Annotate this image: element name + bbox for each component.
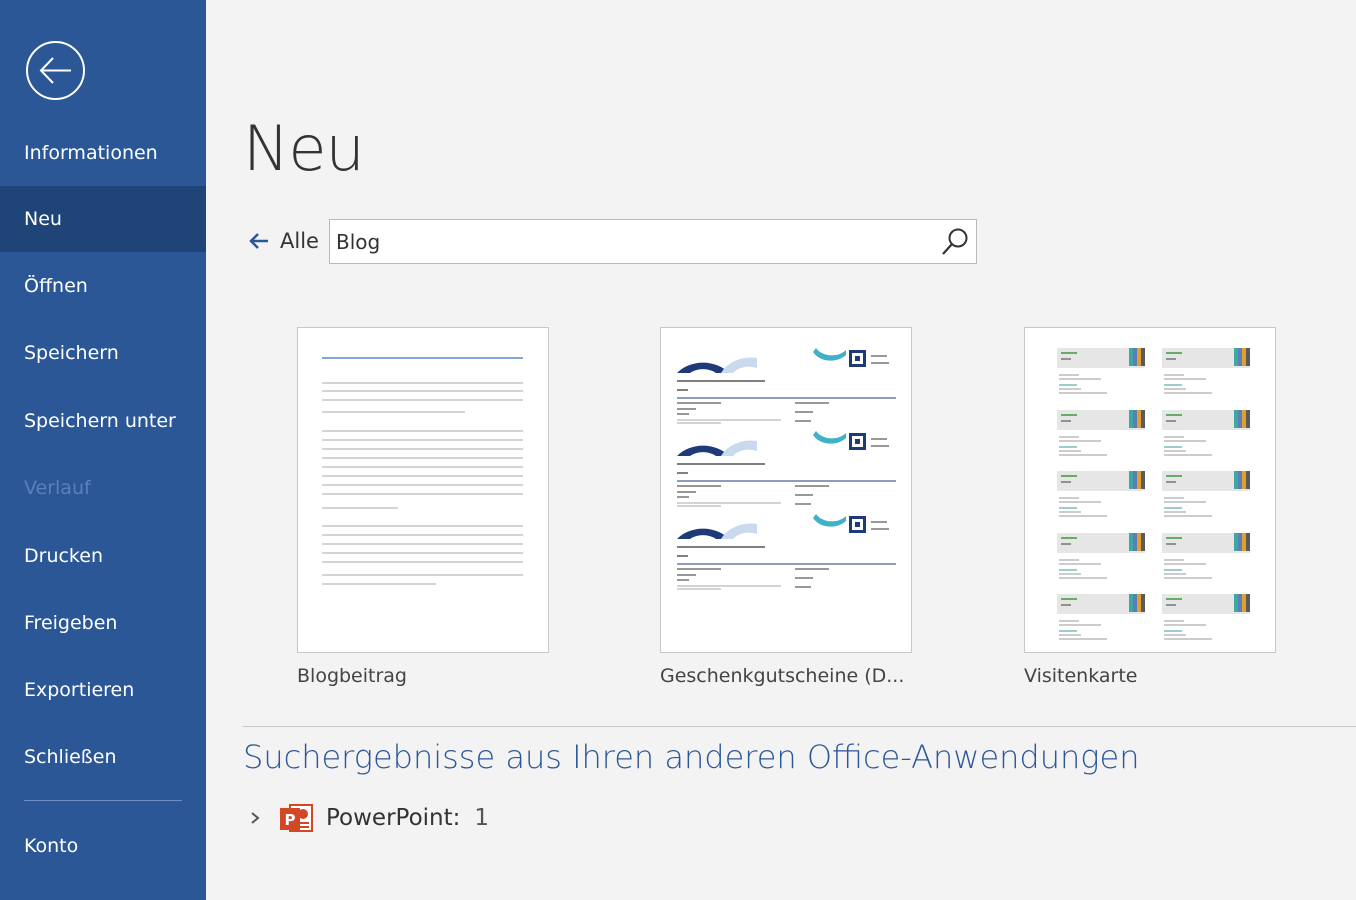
nav-speichern-unter[interactable]: Speichern unter	[0, 388, 206, 454]
template-thumbnail	[1024, 327, 1276, 653]
nav-freigeben[interactable]: Freigeben	[0, 590, 206, 656]
svg-text:P: P	[285, 811, 296, 829]
backstage-sidebar: Informationen Neu Öffnen Speichern Speic…	[0, 0, 206, 900]
back-arrow-icon	[39, 57, 71, 84]
nav-verlauf: Verlauf	[24, 477, 91, 499]
nav-informationen[interactable]: Informationen	[0, 120, 206, 186]
search-icon[interactable]	[939, 226, 971, 258]
nav-exportieren[interactable]: Exportieren	[0, 657, 206, 723]
template-blogbeitrag[interactable]: Blogbeitrag	[297, 327, 549, 687]
nav-speichern[interactable]: Speichern	[0, 320, 206, 386]
template-thumbnail	[297, 327, 549, 653]
powerpoint-count: 1	[474, 805, 490, 831]
nav-drucken[interactable]: Drucken	[0, 523, 206, 589]
template-search-input[interactable]	[336, 225, 931, 259]
nav-neu[interactable]: Neu	[0, 186, 206, 252]
section-divider	[243, 726, 1356, 727]
powerpoint-icon: P	[280, 804, 313, 832]
other-apps-results-title: Suchergebnisse aus Ihren anderen Office-…	[243, 738, 1140, 776]
template-name: Geschenkgutscheine (D...	[660, 665, 905, 687]
nav-oeffnen[interactable]: Öffnen	[0, 253, 206, 319]
nav-schliessen[interactable]: Schließen	[0, 724, 206, 790]
template-name: Visitenkarte	[1024, 665, 1138, 687]
back-to-all-label: Alle	[280, 229, 319, 253]
powerpoint-label: PowerPoint:	[326, 805, 461, 831]
back-arrow-icon	[249, 233, 268, 249]
chevron-right-icon	[251, 812, 260, 824]
template-search-box	[329, 219, 977, 264]
sidebar-divider	[24, 800, 182, 801]
template-geschenkgutscheine[interactable]: Geschenkgutscheine (D...	[660, 327, 912, 687]
template-name: Blogbeitrag	[297, 665, 407, 687]
back-button[interactable]	[26, 41, 85, 100]
template-visitenkarte[interactable]: Visitenkarte	[1024, 327, 1276, 687]
back-to-all-link[interactable]: Alle	[248, 226, 319, 256]
template-thumbnail	[660, 327, 912, 653]
nav-konto[interactable]: Konto	[0, 813, 206, 879]
page-title: Neu	[243, 112, 365, 185]
powerpoint-results-row[interactable]: P PowerPoint: 1	[248, 800, 489, 836]
